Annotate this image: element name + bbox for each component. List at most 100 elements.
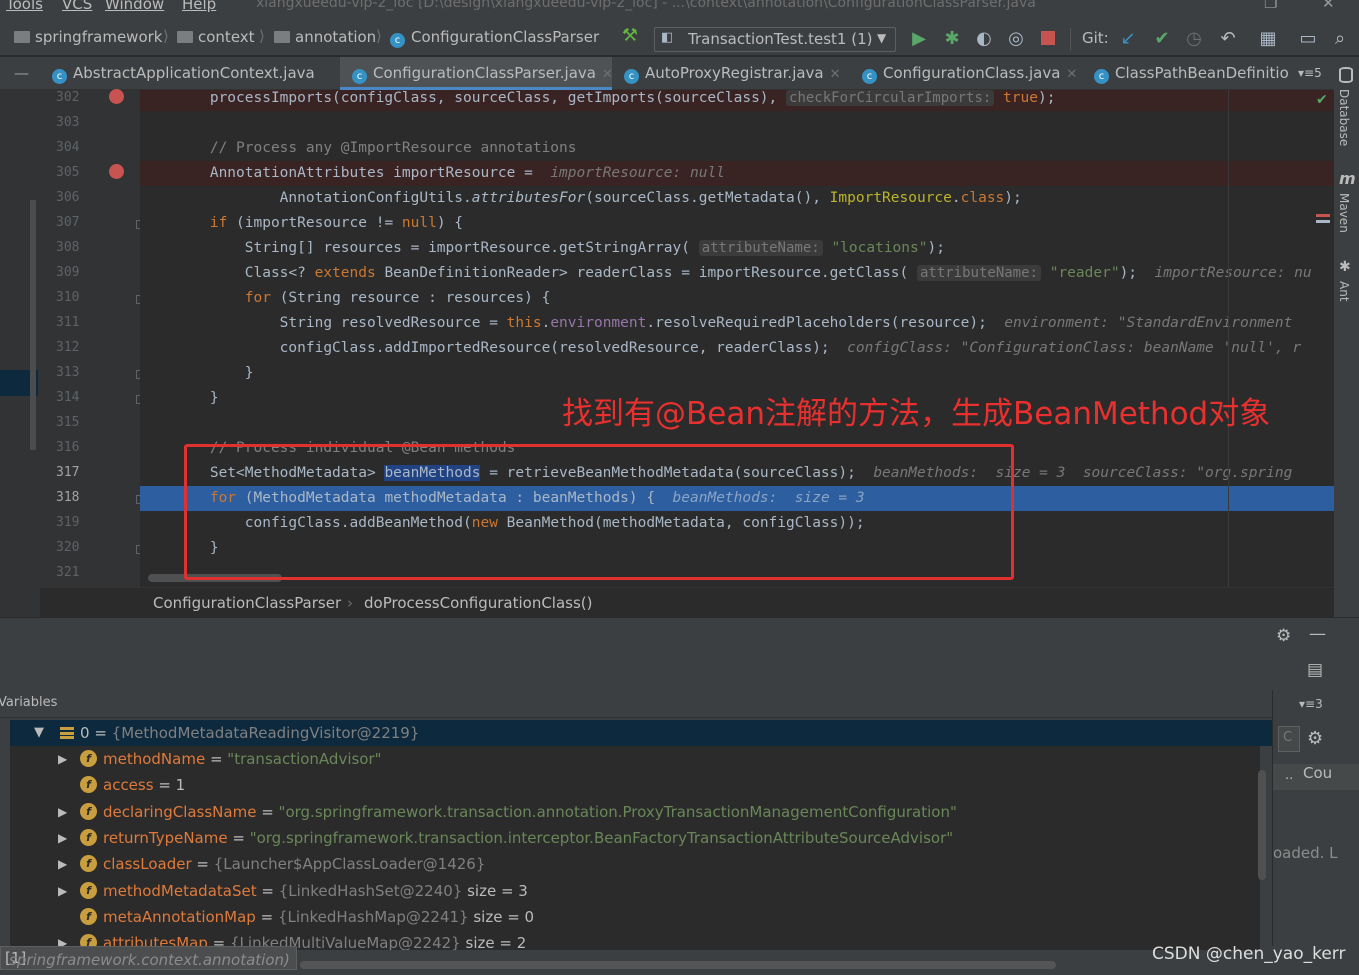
var-name: methodMetadataSet: [103, 882, 257, 900]
expanded-chevron-icon[interactable]: ▼: [34, 720, 44, 746]
counter-input[interactable]: C: [1278, 726, 1300, 752]
var-value: "org.springframework.transaction.annotat…: [278, 803, 957, 821]
no-problems-check-icon: ✔: [1316, 92, 1328, 108]
tab-overflow-button[interactable]: ▾≡5: [1298, 66, 1322, 80]
line-number: 308: [56, 240, 80, 255]
line-number: 309: [56, 265, 80, 280]
breadcrumb-annotation[interactable]: annotation: [274, 28, 376, 46]
close-tab-icon[interactable]: ✕: [1066, 67, 1077, 82]
var-value: {LinkedHashMap@2241}: [277, 908, 469, 926]
line-number: 315: [56, 415, 80, 430]
maven-tool-button[interactable]: Maven: [1337, 193, 1351, 233]
variables-tree[interactable]: ▼ 0 = {MethodMetadataReadingVisitor@2219…: [10, 720, 1272, 950]
profile-icon[interactable]: ◎: [1004, 27, 1028, 51]
build-hammer-icon[interactable]: ⚒: [618, 24, 642, 48]
line-number: 307: [56, 215, 80, 230]
tab-class-path-bean-definition[interactable]: c ClassPathBeanDefinitio: [1094, 57, 1288, 90]
ant-tool-button[interactable]: Ant: [1337, 281, 1351, 302]
menu-bar: Tools VCS Window Help xiangxueedu-vip-2_…: [0, 0, 1359, 22]
breadcrumb-class[interactable]: ConfigurationClassParser: [153, 594, 341, 612]
var-value: {MethodMetadataReadingVisitor@2219}: [111, 724, 420, 742]
tree-row[interactable]: ▶ f returnTypeName = "org.springframewor…: [10, 825, 1272, 851]
gear-icon[interactable]: ⚙: [1307, 728, 1323, 749]
menu-tools[interactable]: Tools: [6, 0, 43, 13]
console-text: oaded. L: [1273, 844, 1338, 862]
menu-help[interactable]: Help: [182, 0, 216, 13]
breadcrumb-label: context: [198, 28, 255, 46]
run-icon[interactable]: ▶: [907, 27, 931, 51]
frame-status[interactable]: springframework.context.annotation) [1]: [0, 946, 297, 970]
tree-row[interactable]: ▶ f classLoader = {Launcher$AppClassLoad…: [10, 851, 1272, 877]
line-number: 306: [56, 190, 80, 205]
line-number: 321: [56, 565, 80, 580]
line-number: 302: [56, 90, 80, 105]
collapsed-chevron-icon[interactable]: ▶: [58, 851, 67, 877]
close-window-icon[interactable]: ✕: [1322, 0, 1335, 12]
breakpoint-icon[interactable]: [109, 89, 124, 104]
stripe-scrollbar[interactable]: [30, 200, 36, 450]
git-commit-icon[interactable]: ✔: [1150, 27, 1174, 51]
collapsed-chevron-icon[interactable]: ▶: [58, 799, 67, 825]
database-tool-button[interactable]: Database: [1337, 89, 1351, 146]
tab-overflow-button[interactable]: ▾≡3: [1299, 697, 1323, 711]
menu-vcs[interactable]: VCS: [62, 0, 92, 13]
git-update-icon[interactable]: ↙: [1116, 27, 1140, 51]
git-history-icon[interactable]: ◷: [1182, 27, 1206, 51]
code-line: AnnotationAttributes importResource = im…: [140, 161, 1334, 186]
vertical-scrollbar[interactable]: [1258, 770, 1266, 880]
line-number: 316: [56, 440, 80, 455]
close-tab-icon[interactable]: ✕: [602, 67, 613, 82]
project-structure-icon[interactable]: ▦: [1256, 27, 1280, 51]
ant-icon: ✱: [1339, 259, 1351, 275]
folder-icon: [274, 31, 290, 43]
line-number: 304: [56, 140, 80, 155]
line-number: 318: [56, 490, 80, 505]
menu-window[interactable]: Window: [105, 0, 164, 13]
field-icon: f: [80, 882, 97, 899]
gear-icon[interactable]: ⚙: [1276, 626, 1291, 646]
right-tool-stripe: Database m Maven ✱ Ant: [1334, 57, 1359, 617]
folder-icon: [14, 31, 30, 43]
error-stripe-mark: [1316, 214, 1330, 217]
list-icon: [60, 727, 74, 739]
coverage-icon[interactable]: ◐: [972, 27, 996, 51]
minimize-panel-icon[interactable]: —: [14, 64, 29, 82]
tab-abstract-application-context[interactable]: c AbstractApplicationContext.java: [52, 57, 336, 90]
field-icon: f: [80, 908, 97, 925]
search-icon[interactable]: ⌕: [1328, 27, 1352, 51]
breadcrumb-context[interactable]: context: [177, 28, 255, 46]
restore-window-icon[interactable]: ❐: [1264, 0, 1277, 12]
collapsed-chevron-icon[interactable]: ▶: [58, 825, 67, 851]
horizontal-scrollbar[interactable]: [300, 961, 1056, 969]
breadcrumb-label: ConfigurationClassParser: [411, 28, 600, 46]
tab-configuration-class-parser[interactable]: c ConfigurationClassParser.java ✕: [340, 57, 613, 90]
terminal-icon[interactable]: ▭: [1296, 27, 1320, 51]
class-icon: c: [624, 69, 639, 84]
tab-auto-proxy-registrar[interactable]: c AutoProxyRegistrar.java ✕: [624, 57, 850, 90]
tree-row[interactable]: ▶ f methodName = "transactionAdvisor": [10, 746, 1272, 772]
frame-package: springframework.context.annotation): [9, 951, 290, 969]
breakpoint-icon[interactable]: [109, 164, 124, 179]
tab-configuration-class[interactable]: c ConfigurationClass.java ✕: [862, 57, 1082, 90]
breadcrumb-separator-icon: ⟩: [259, 27, 265, 45]
tree-row[interactable]: f access = 1: [10, 772, 1272, 798]
layout-icon[interactable]: ▤: [1307, 660, 1323, 680]
field-icon: f: [80, 855, 97, 872]
tree-row[interactable]: f metaAnnotationMap = {LinkedHashMap@224…: [10, 904, 1272, 930]
collapsed-chevron-icon[interactable]: ▶: [58, 878, 67, 904]
run-configuration-select[interactable]: ◧ TransactionTest.test1 (1) ▼: [654, 27, 896, 52]
stop-icon[interactable]: [1041, 31, 1055, 45]
debug-bug-icon[interactable]: ✱: [940, 27, 964, 51]
var-name: metaAnnotationMap: [103, 908, 256, 926]
minimize-icon[interactable]: —: [1309, 624, 1326, 644]
tree-row[interactable]: ▶ f declaringClassName = "org.springfram…: [10, 799, 1272, 825]
breadcrumb-springframework[interactable]: springframework: [14, 28, 162, 46]
breadcrumb-configuration-class-parser[interactable]: c ConfigurationClassParser: [390, 28, 599, 48]
tree-row[interactable]: ▶ f methodMetadataSet = {LinkedHashSet@2…: [10, 878, 1272, 904]
tree-row-root[interactable]: ▼ 0 = {MethodMetadataReadingVisitor@2219…: [10, 720, 1272, 746]
breadcrumb-method[interactable]: doProcessConfigurationClass(): [364, 594, 593, 612]
git-rollback-icon[interactable]: ↶: [1216, 27, 1240, 51]
collapsed-chevron-icon[interactable]: ▶: [58, 746, 67, 772]
line-number: 312: [56, 340, 80, 355]
close-tab-icon[interactable]: ✕: [830, 67, 841, 82]
